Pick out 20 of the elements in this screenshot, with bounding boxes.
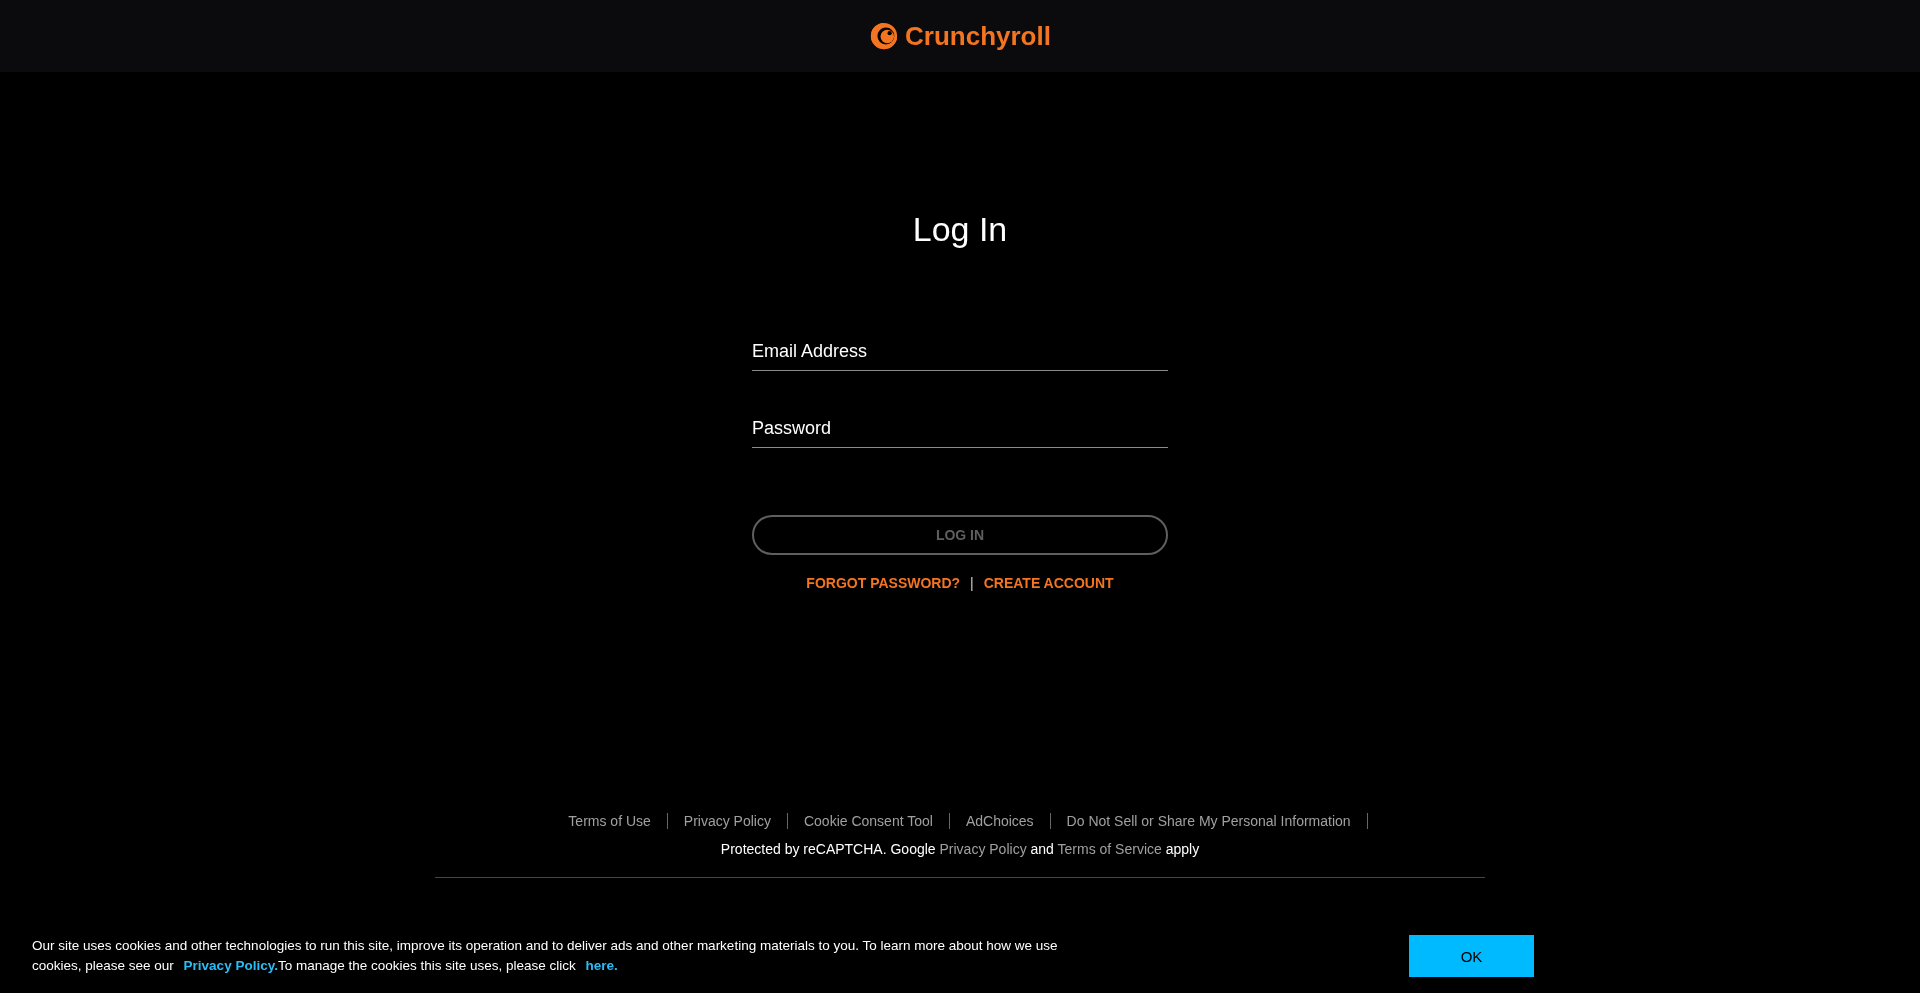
footer-link[interactable]: AdChoices (949, 813, 1051, 829)
privacy-policy-link[interactable]: Privacy Policy. (183, 958, 278, 973)
here-link[interactable]: here. (585, 958, 618, 973)
ok-button[interactable]: OK (1409, 935, 1534, 977)
crunchyroll-logo[interactable]: Crunchyroll (869, 20, 1051, 52)
page-title: Log In (912, 210, 1008, 249)
footer-link[interactable]: Terms of Use (552, 813, 668, 829)
cookie-notice: Our site uses cookies and other technologies to run this site, improve its operation and to deliver ads and other marketing materials to you. To learn more about how we use cookies, please see our Privacy Policy.To manage the cookies this site uses, please click here. (32, 937, 1059, 975)
footer-link[interactable]: Privacy Policy (667, 813, 788, 829)
password-field[interactable]: Password (752, 414, 1168, 448)
email-field[interactable]: Email Address (752, 337, 1168, 371)
forgot-password-link[interactable]: FORGOT PASSWORD? (806, 575, 961, 591)
footer-link[interactable]: Do Not Sell or Share My Personal Information (1050, 813, 1368, 829)
footer-link[interactable]: Cookie Consent Tool (787, 813, 950, 829)
logo-icon (869, 21, 900, 51)
terms-link[interactable]: Terms of Service (1057, 841, 1162, 857)
privacy-policy-link[interactable]: Privacy Policy (939, 841, 1027, 857)
create-account-link[interactable]: CREATE ACCOUNT (983, 575, 1114, 591)
separator: | (970, 575, 974, 591)
recaptcha-notice: Protected by reCAPTCHA. Google Privacy Policy and Terms of Service apply (720, 841, 1200, 857)
